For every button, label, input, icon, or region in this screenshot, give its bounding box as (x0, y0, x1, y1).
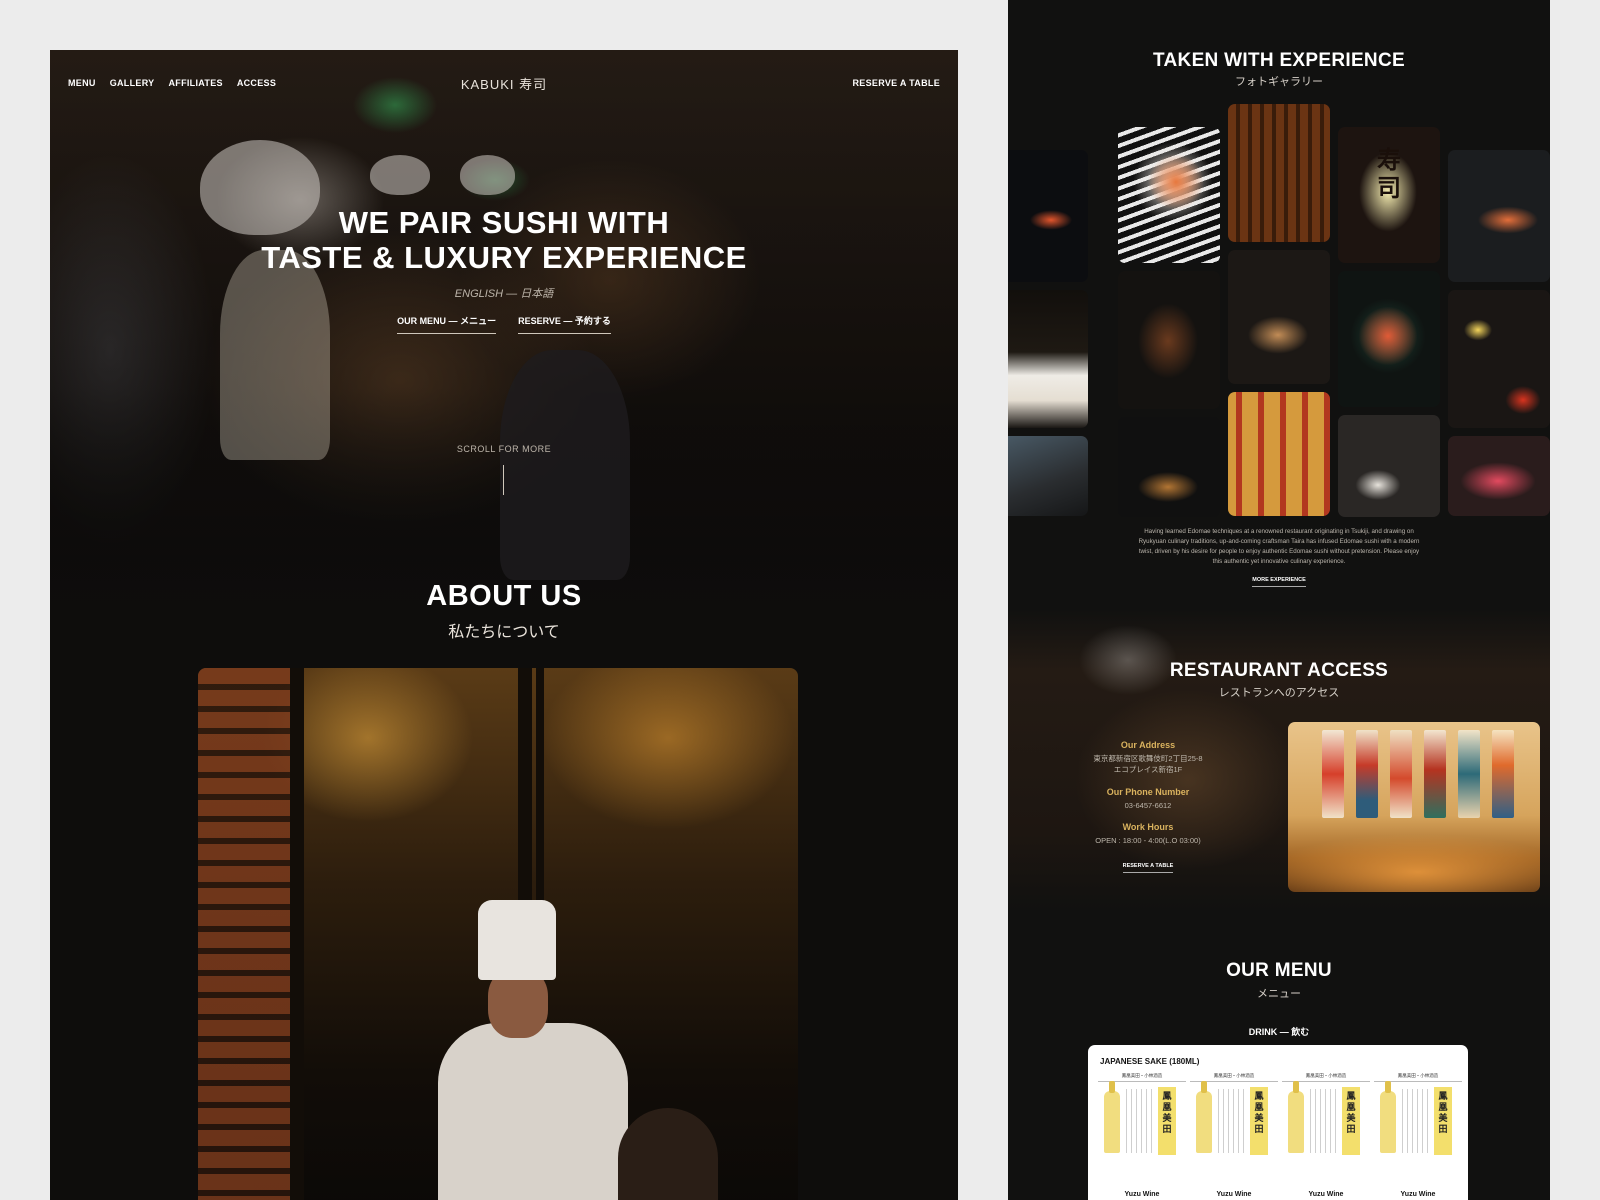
gallery-photo-sashimi-platter[interactable] (1338, 271, 1440, 407)
pendant-lamp (460, 155, 515, 195)
sake-description-lines (1310, 1089, 1338, 1153)
wall-scroll-art (1492, 730, 1514, 818)
chef-hat (478, 900, 556, 980)
reserve-table-link[interactable]: RESERVE A TABLE (852, 78, 940, 88)
lantern-text: 寿司 (1377, 147, 1401, 202)
gallery-photo-entrance[interactable] (1228, 104, 1330, 242)
experience-description: Having learned Edomae techniques at a re… (1138, 528, 1420, 565)
address-value-1: 東京都新宿区歌舞伎町2丁目25-8 (1093, 754, 1203, 763)
gallery-photo-chef-kitchen[interactable] (1008, 436, 1088, 516)
sake-bottle (1104, 1081, 1120, 1153)
our-menu-link[interactable]: OUR MENU — メニュー (397, 314, 497, 334)
sake-name: Yuzu Wine (1400, 1191, 1436, 1198)
sake-label-text: 鳳凰美田 (1346, 1091, 1356, 1134)
gallery-photo-salmon-plate[interactable] (1118, 127, 1220, 263)
photo-gallery: 寿司 (1008, 0, 1550, 520)
more-experience-link[interactable]: MORE EXPERIENCE (1252, 577, 1306, 587)
sake-bottle (1380, 1081, 1396, 1153)
sake-label: 鳳凰美田 (1342, 1087, 1360, 1155)
landing-page-artboard: MENU GALLERY AFFILIATES ACCESS KABUKI 寿司… (50, 50, 958, 1200)
hours-block: Work Hours OPEN : 18:00 - 4:00(L.O 03:00… (1068, 822, 1228, 846)
hours-label: Work Hours (1122, 822, 1174, 832)
sake-name: Yuzu Wine (1124, 1191, 1160, 1198)
phone-block: Our Phone Number 03-6457-6612 (1068, 787, 1228, 811)
gallery-photo-table-setting[interactable] (1338, 415, 1440, 517)
guest-figure (618, 1108, 718, 1200)
menu-category-drink[interactable]: DRINK — 飲む (1008, 1025, 1550, 1038)
sake-label: 鳳凰美田 (1250, 1087, 1268, 1155)
sake-label: 鳳凰美田 (1434, 1087, 1452, 1155)
gallery-photo-maki-plate[interactable] (1008, 290, 1088, 428)
sake-item[interactable]: 鳳凰美田・小林酒造 鳳凰美田 Yuzu Wine (1098, 1073, 1186, 1200)
sake-name: Yuzu Wine (1216, 1191, 1252, 1198)
language-switcher[interactable]: ENGLISH — 日本語 (50, 285, 958, 301)
sake-label-text: 鳳凰美田 (1438, 1091, 1448, 1134)
address-value-2: エコプレイス新宿1F (1113, 765, 1183, 774)
diner-figure (500, 350, 630, 580)
wall-scroll-art (1424, 730, 1446, 818)
more-experience-link-wrap: MORE EXPERIENCE (1008, 577, 1550, 587)
menu-card-title: JAPANESE SAKE (180ML) (1100, 1057, 1200, 1066)
gallery-photo-dining-room[interactable] (1228, 392, 1330, 516)
scroll-hint[interactable]: SCROLL FOR MORE (50, 444, 958, 454)
menu-title: OUR MENU (1226, 960, 1332, 981)
hero-title: WE PAIR SUSHI WITH TASTE & LUXURY EXPERI… (50, 205, 958, 275)
wall-scroll-art (1458, 730, 1480, 818)
brand-logo[interactable]: KABUKI 寿司 (50, 74, 958, 93)
detail-page-artboard: TAKEN WITH EXPERIENCE フォトギャラリー 寿司 Having… (1008, 0, 1550, 1200)
sake-menu-card: JAPANESE SAKE (180ML) 鳳凰美田・小林酒造 鳳凰美田 Yuz… (1088, 1045, 1468, 1200)
access-reserve-wrap: RESERVE A TABLE (1098, 863, 1198, 873)
address-label: Our Address (1120, 740, 1176, 750)
sake-label-text: 鳳凰美田 (1254, 1091, 1264, 1134)
window-frame (290, 668, 304, 1200)
about-subtitle: 私たちについて (448, 624, 560, 641)
access-title: RESTAURANT ACCESS (1169, 660, 1389, 681)
phone-label: Our Phone Number (1106, 787, 1190, 797)
wall-scroll-art (1390, 730, 1412, 818)
sake-item[interactable]: 鳳凰美田・小林酒造 鳳凰美田 Yuzu Wine (1190, 1073, 1278, 1200)
sake-description-lines (1402, 1089, 1430, 1153)
cook-figure (220, 250, 330, 460)
sake-description-lines (1126, 1089, 1154, 1153)
sake-item[interactable]: 鳳凰美田・小林酒造 鳳凰美田 Yuzu Wine (1374, 1073, 1462, 1200)
gallery-photo-night-shop[interactable] (1118, 417, 1220, 517)
gallery-photo-storefront[interactable] (1118, 271, 1220, 409)
sake-description-lines (1218, 1089, 1246, 1153)
restaurant-interior-photo (1288, 722, 1540, 892)
pendant-lamp (370, 155, 430, 195)
hero-title-line-1: WE PAIR SUSHI WITH (338, 205, 670, 240)
reserve-link[interactable]: RESERVE — 予約する (518, 314, 611, 334)
wall-scroll-art (1322, 730, 1344, 818)
sake-label: 鳳凰美田 (1158, 1087, 1176, 1155)
sake-bottle (1196, 1081, 1212, 1153)
access-subtitle: レストランへのアクセス (1218, 687, 1340, 699)
scroll-indicator-line (503, 465, 504, 495)
menu-subtitle: メニュー (1257, 988, 1301, 1000)
chef-coat (438, 1023, 628, 1200)
gallery-photo-counter-board[interactable] (1228, 250, 1330, 384)
sake-bottle (1288, 1081, 1304, 1153)
hours-value: OPEN : 18:00 - 4:00(L.O 03:00) (1095, 836, 1201, 845)
hero-title-line-2: TASTE & LUXURY EXPERIENCE (261, 240, 747, 275)
hero-cta-row: OUR MENU — メニュー RESERVE — 予約する (50, 314, 958, 334)
address-block: Our Address 東京都新宿区歌舞伎町2丁目25-8 エコプレイス新宿1F (1068, 740, 1228, 775)
about-chef-photo (198, 668, 798, 1200)
gallery-photo-nigiri[interactable] (1448, 290, 1550, 428)
gallery-photo-lantern[interactable]: 寿司 (1338, 127, 1440, 263)
gallery-photo-sushi-chopsticks[interactable] (1008, 150, 1088, 282)
sake-label-text: 鳳凰美田 (1162, 1091, 1172, 1134)
gallery-photo-sushi-set[interactable] (1448, 436, 1550, 516)
gallery-photo-roll[interactable] (1448, 150, 1550, 282)
wall-scroll-art (1356, 730, 1378, 818)
access-reserve-link[interactable]: RESERVE A TABLE (1122, 863, 1174, 873)
phone-value[interactable]: 03-6457-6612 (1068, 800, 1228, 811)
hero-section: MENU GALLERY AFFILIATES ACCESS KABUKI 寿司… (50, 50, 958, 615)
window-shutter (198, 668, 290, 1200)
sake-item[interactable]: 鳳凰美田・小林酒造 鳳凰美田 Yuzu Wine (1282, 1073, 1370, 1200)
about-title: ABOUT US (426, 580, 582, 612)
sake-name: Yuzu Wine (1308, 1191, 1344, 1198)
